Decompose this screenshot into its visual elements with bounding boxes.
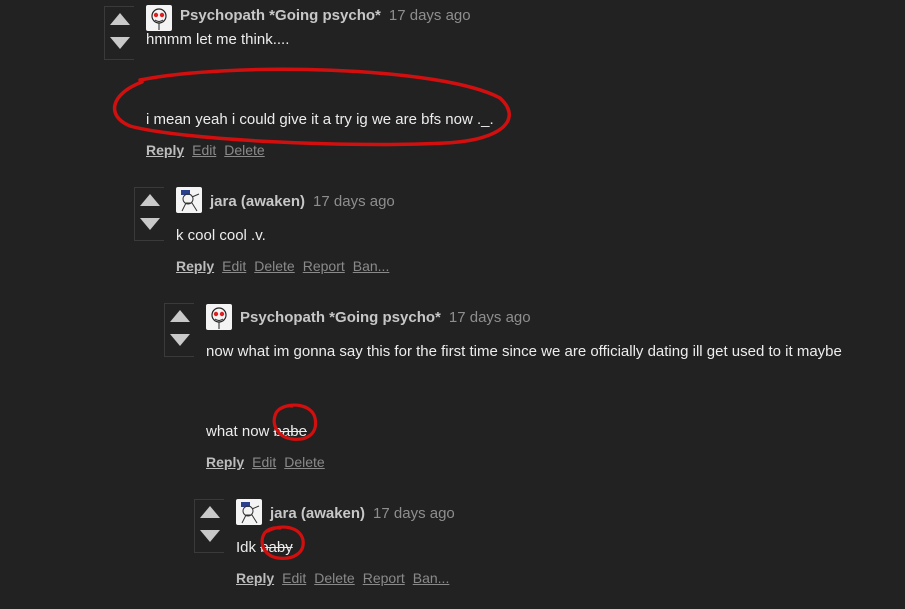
text-prefix: what now bbox=[206, 423, 274, 440]
avatar[interactable] bbox=[146, 5, 172, 31]
avatar[interactable] bbox=[206, 304, 232, 330]
timestamp[interactable]: 17 days ago bbox=[313, 193, 395, 210]
reply-link[interactable]: Reply bbox=[146, 142, 184, 158]
edit-link[interactable]: Edit bbox=[222, 258, 246, 274]
ban-link[interactable]: Ban... bbox=[353, 258, 390, 274]
edit-link[interactable]: Edit bbox=[252, 454, 276, 470]
comment-text: k cool cool .v. bbox=[176, 227, 266, 244]
author-name[interactable]: jara (awaken) bbox=[210, 193, 305, 210]
comment-header: Psychopath *Going psycho* 17 days ago bbox=[240, 309, 531, 326]
comment-actions: Reply Edit Delete Report Ban... bbox=[176, 258, 397, 274]
comment-header: Psychopath *Going psycho* 17 days ago bbox=[180, 7, 471, 24]
comment-text: Idk baby bbox=[236, 539, 293, 556]
avatar-jara-icon bbox=[181, 190, 200, 212]
downvote-icon[interactable] bbox=[200, 530, 220, 542]
vote-box bbox=[164, 303, 194, 357]
upvote-icon[interactable] bbox=[170, 310, 190, 322]
upvote-icon[interactable] bbox=[110, 13, 130, 25]
comment-actions: Reply Edit Delete Report Ban... bbox=[236, 570, 457, 586]
timestamp[interactable]: 17 days ago bbox=[449, 309, 531, 326]
downvote-icon[interactable] bbox=[140, 218, 160, 230]
delete-link[interactable]: Delete bbox=[284, 454, 324, 470]
annotation-ellipse bbox=[112, 67, 511, 147]
upvote-icon[interactable] bbox=[140, 194, 160, 206]
reply-link[interactable]: Reply bbox=[206, 454, 244, 470]
text-prefix: Idk bbox=[236, 539, 261, 556]
avatar-jara-icon bbox=[241, 502, 260, 524]
delete-link[interactable]: Delete bbox=[224, 142, 264, 158]
struck-text: baby bbox=[260, 539, 293, 556]
timestamp[interactable]: 17 days ago bbox=[389, 7, 471, 24]
report-link[interactable]: Report bbox=[363, 570, 405, 586]
ban-link[interactable]: Ban... bbox=[413, 570, 450, 586]
author-name[interactable]: Psychopath *Going psycho* bbox=[240, 309, 441, 326]
delete-link[interactable]: Delete bbox=[254, 258, 294, 274]
comment-text: now what im gonna say this for the first… bbox=[206, 343, 842, 360]
report-link[interactable]: Report bbox=[303, 258, 345, 274]
vote-box bbox=[134, 187, 164, 241]
reply-link[interactable]: Reply bbox=[176, 258, 214, 274]
comment-actions: Reply Edit Delete bbox=[146, 142, 273, 158]
delete-link[interactable]: Delete bbox=[314, 570, 354, 586]
downvote-icon[interactable] bbox=[170, 334, 190, 346]
vote-box bbox=[194, 499, 224, 553]
edit-link[interactable]: Edit bbox=[192, 142, 216, 158]
timestamp[interactable]: 17 days ago bbox=[373, 505, 455, 522]
comment-header: jara (awaken) 17 days ago bbox=[270, 505, 455, 522]
edit-link[interactable]: Edit bbox=[282, 570, 306, 586]
struck-text: babe bbox=[273, 423, 307, 440]
avatar[interactable] bbox=[176, 187, 202, 213]
comment-actions: Reply Edit Delete bbox=[206, 454, 333, 470]
comment-text: what now babe bbox=[206, 423, 307, 440]
comment-text: hmmm let me think.... bbox=[146, 31, 290, 48]
upvote-icon[interactable] bbox=[200, 506, 220, 518]
vote-box bbox=[104, 6, 134, 60]
avatar[interactable] bbox=[236, 499, 262, 525]
downvote-icon[interactable] bbox=[110, 37, 130, 49]
reply-link[interactable]: Reply bbox=[236, 570, 274, 586]
author-name[interactable]: Psychopath *Going psycho* bbox=[180, 7, 381, 24]
comment-header: jara (awaken) 17 days ago bbox=[210, 193, 395, 210]
author-name[interactable]: jara (awaken) bbox=[270, 505, 365, 522]
comment-text: i mean yeah i could give it a try ig we … bbox=[146, 111, 494, 128]
avatar-psycho-icon bbox=[151, 8, 167, 30]
avatar-psycho-icon bbox=[211, 307, 227, 329]
